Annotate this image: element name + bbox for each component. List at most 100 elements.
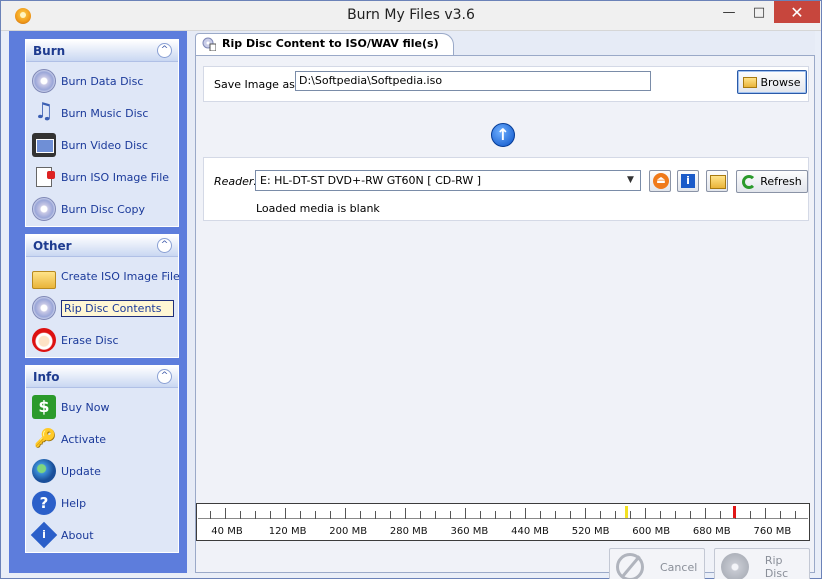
group-header-info[interactable]: Info ^ [26, 366, 178, 388]
save-image-section: Save Image as: D:\Softpedia\Softpedia.is… [203, 66, 809, 102]
browse-button[interactable]: Browse [737, 70, 807, 94]
ruler-tick [375, 511, 376, 519]
disc-info-button[interactable] [677, 170, 699, 192]
ruler-tick [495, 511, 496, 519]
ruler-tick [210, 511, 211, 519]
minimize-button[interactable]: — [715, 1, 743, 23]
sidebar-item-burn-iso-image[interactable]: Burn ISO Image File [32, 164, 174, 190]
rip-disc-button[interactable]: Rip Disc [714, 548, 810, 579]
ruler-label: 40 MB [211, 526, 243, 537]
ruler-tick [555, 511, 556, 519]
sidebar-item-burn-music-disc[interactable]: Burn Music Disc [32, 99, 174, 126]
sidebar-item-burn-disc-copy[interactable]: Burn Disc Copy [32, 196, 174, 222]
ruler-tick [345, 508, 346, 519]
ruler-tick [390, 511, 391, 519]
ruler-tick [240, 511, 241, 519]
help-icon: ? [32, 491, 56, 515]
tab-content: Save Image as: D:\Softpedia\Softpedia.is… [195, 55, 815, 579]
drive-properties-button[interactable] [706, 170, 728, 192]
ruler-label: 520 MB [571, 526, 610, 537]
sidebar-item-update[interactable]: Update [32, 458, 174, 484]
ruler-label: 200 MB [329, 526, 368, 537]
ruler-label: 360 MB [450, 526, 489, 537]
globe-icon [32, 459, 56, 483]
ruler-tick [510, 511, 511, 519]
collapse-chevron-icon[interactable]: ^ [157, 238, 172, 253]
group-title: Other [33, 239, 72, 253]
title-bar: Burn My Files v3.6 — □ ✕ [1, 1, 821, 31]
rip-disc-icon [32, 296, 56, 320]
disc-copy-icon [32, 197, 56, 221]
cancel-icon [616, 553, 644, 579]
sidebar-item-buy-now[interactable]: $ Buy Now [32, 394, 174, 420]
window-title: Burn My Files v3.6 [347, 7, 475, 23]
collapse-chevron-icon[interactable]: ^ [157, 369, 172, 384]
refresh-button[interactable]: Refresh [736, 170, 808, 193]
main-panel: Rip Disc Content to ISO/WAV file(s) Save… [195, 31, 815, 579]
collapse-chevron-icon[interactable]: ^ [157, 43, 172, 58]
ruler-tick [480, 511, 481, 519]
ruler-tick [750, 511, 751, 519]
ruler-tick [540, 511, 541, 519]
ruler-tick [420, 511, 421, 519]
ruler-label: 280 MB [389, 526, 428, 537]
refresh-icon [742, 174, 757, 189]
ruler-label: 600 MB [632, 526, 671, 537]
sidebar-item-label: Buy Now [61, 400, 110, 414]
eject-button[interactable] [649, 170, 671, 192]
save-image-path-input[interactable]: D:\Softpedia\Softpedia.iso [295, 71, 651, 91]
sidebar-item-activate[interactable]: Activate [32, 426, 174, 452]
sidebar-item-label: Burn Video Disc [61, 138, 148, 152]
browse-label: Browse [760, 75, 801, 89]
sidebar-item-label: About [61, 528, 94, 542]
ruler-label: 760 MB [753, 526, 792, 537]
sidebar-item-label: Burn Disc Copy [61, 202, 146, 216]
close-button[interactable]: ✕ [774, 1, 820, 23]
ruler-tick [525, 508, 526, 519]
sidebar-item-burn-video-disc[interactable]: Burn Video Disc [32, 132, 174, 158]
disc-icon [32, 69, 56, 93]
tab-rip-disc-content[interactable]: Rip Disc Content to ISO/WAV file(s) [195, 33, 454, 55]
ruler-tick [600, 511, 601, 519]
ruler-tick [720, 511, 721, 519]
sidebar-item-erase-disc[interactable]: Erase Disc [32, 327, 174, 353]
film-reel-icon [32, 133, 56, 157]
dollar-icon: $ [32, 395, 56, 419]
cancel-label: Cancel [660, 560, 698, 574]
rip-disc-icon [721, 553, 749, 579]
sidebar-item-rip-disc-contents[interactable]: Rip Disc Contents [32, 295, 174, 321]
sidebar-item-label: Update [61, 464, 101, 478]
group-header-other[interactable]: Other ^ [26, 235, 178, 257]
santa-icon [32, 328, 56, 352]
folder-open-icon [743, 76, 758, 88]
sidebar-item-burn-data-disc[interactable]: Burn Data Disc [32, 68, 174, 94]
sidebar-item-create-iso[interactable]: Create ISO Image File [32, 263, 180, 289]
sidebar-item-help[interactable]: ? Help [32, 490, 174, 516]
group-header-burn[interactable]: Burn ^ [26, 40, 178, 62]
sidebar-item-label: Activate [61, 432, 107, 446]
maximize-button[interactable]: □ [745, 1, 773, 23]
ruler-tick [690, 511, 691, 519]
capacity-marker-yellow [625, 506, 628, 518]
sidebar-item-label: Burn Music Disc [61, 106, 149, 120]
ruler-tick [450, 511, 451, 519]
capacity-marker-red [733, 506, 736, 518]
ruler-label: 680 MB [692, 526, 731, 537]
reader-select[interactable]: E: HL-DT-ST DVD+-RW GT60N [ CD-RW ] ▼ [255, 170, 641, 191]
about-icon: i [30, 521, 58, 549]
key-icon [32, 427, 56, 451]
ruler-tick [285, 508, 286, 519]
ruler-tick [705, 508, 706, 519]
chevron-down-icon[interactable]: ▼ [623, 173, 638, 188]
rip-tab-icon [202, 37, 216, 51]
ruler-tick [330, 511, 331, 519]
media-status-text: Loaded media is blank [256, 202, 380, 215]
music-note-icon [32, 99, 56, 125]
sidebar-item-about[interactable]: i About [30, 521, 174, 549]
ruler-tick [300, 511, 301, 519]
save-image-label: Save Image as: [214, 78, 299, 91]
ruler-tick [765, 508, 766, 519]
reader-selected-value: E: HL-DT-ST DVD+-RW GT60N [ CD-RW ] [260, 174, 482, 187]
arrow-up-icon: ↑ [491, 123, 515, 147]
cancel-button[interactable]: Cancel [609, 548, 705, 579]
